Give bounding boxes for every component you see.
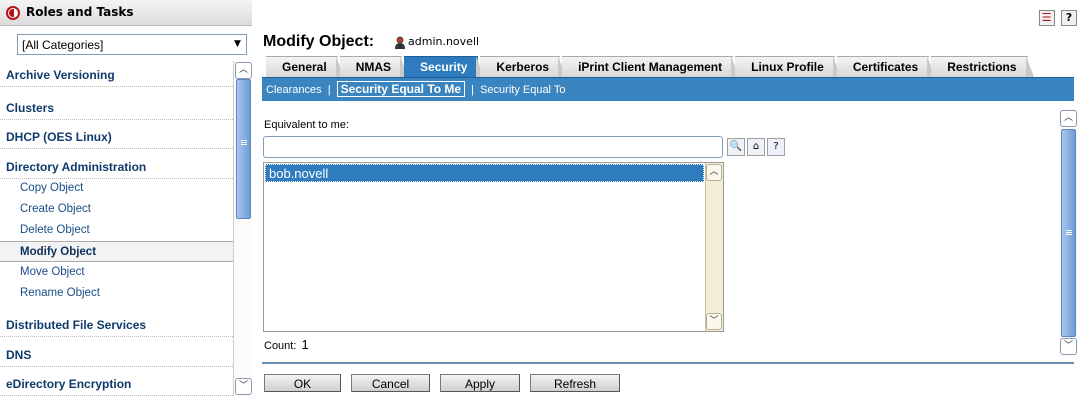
task-modify-object[interactable]: Modify Object	[0, 241, 233, 262]
tab-nmas[interactable]: NMAS	[339, 56, 409, 77]
task-create-object[interactable]: Create Object	[0, 199, 233, 220]
collapse-panel-icon[interactable]	[6, 6, 20, 20]
task-list-icon[interactable]: ☰	[1038, 10, 1055, 26]
tab-bar: General NMAS Security Kerberos iPrint Cl…	[266, 56, 1034, 77]
task-delete-object[interactable]: Delete Object	[0, 220, 233, 241]
task-list: Archive Versioning Clusters DHCP (OES Li…	[0, 61, 233, 402]
subtab-security-equal-to[interactable]: Security Equal To	[480, 84, 565, 96]
task-rename-object[interactable]: Rename Object	[0, 283, 233, 304]
count-label: Count:	[264, 340, 297, 352]
task-copy-object[interactable]: Copy Object	[0, 178, 233, 199]
scroll-thumb[interactable]	[236, 79, 251, 219]
tab-linux-profile[interactable]: Linux Profile	[735, 56, 841, 77]
cancel-button[interactable]: Cancel	[351, 374, 430, 392]
object-name: admin.novell	[408, 35, 480, 48]
category-select-value: [All Categories]	[22, 38, 104, 52]
tab-iprint-client-management[interactable]: iPrint Client Management	[562, 56, 740, 77]
scroll-thumb[interactable]	[1061, 129, 1076, 337]
action-buttons: OK Cancel Apply Refresh	[264, 374, 630, 392]
ok-button[interactable]: OK	[264, 374, 341, 392]
scroll-down-icon[interactable]: ﹀	[235, 378, 252, 395]
category-dns[interactable]: DNS	[0, 341, 233, 367]
category-dhcp[interactable]: DHCP (OES Linux)	[0, 123, 233, 149]
category-archive-versioning[interactable]: Archive Versioning	[0, 61, 233, 87]
roles-and-tasks-header[interactable]: Roles and Tasks	[0, 0, 252, 26]
roles-and-tasks-panel: Roles and Tasks [All Categories] ▼ Archi…	[0, 0, 258, 402]
page-scrollbar[interactable]: ︿ ﹀	[1059, 109, 1078, 357]
page-title: Modify Object:	[263, 33, 375, 50]
equivalent-to-me-label: Equivalent to me:	[264, 119, 349, 131]
chevron-down-icon[interactable]: ▼	[229, 35, 246, 54]
roles-and-tasks-title: Roles and Tasks	[26, 5, 134, 19]
tab-kerberos[interactable]: Kerberos	[480, 56, 566, 77]
scroll-up-icon[interactable]: ︿	[706, 164, 722, 181]
category-edirectory-encryption[interactable]: eDirectory Encryption	[0, 370, 233, 396]
category-distributed-file-services[interactable]: Distributed File Services	[0, 311, 233, 337]
divider	[262, 362, 1074, 364]
count: Count: 1	[264, 337, 309, 352]
scroll-down-icon[interactable]: ﹀	[706, 313, 722, 330]
tab-certificates[interactable]: Certificates	[836, 56, 936, 77]
tab-security[interactable]: Security	[404, 56, 485, 77]
tab-restrictions[interactable]: Restrictions	[931, 56, 1034, 77]
tab-general[interactable]: General	[266, 56, 344, 77]
scroll-up-icon[interactable]: ︿	[1060, 110, 1077, 127]
subtab-clearances[interactable]: Clearances	[266, 84, 322, 96]
subtab-separator: |	[471, 84, 475, 96]
input-icon-group: 🔍 ⌂ ?	[727, 138, 787, 156]
task-move-object[interactable]: Move Object	[0, 262, 233, 283]
category-directory-administration[interactable]: Directory Administration	[0, 153, 233, 179]
object-selector-icon[interactable]: 🔍	[727, 138, 745, 156]
sub-tab-bar: Clearances | Security Equal To Me | Secu…	[262, 77, 1074, 101]
help-icon[interactable]: ?	[767, 138, 785, 156]
subtab-security-equal-to-me[interactable]: Security Equal To Me	[336, 81, 466, 97]
list-item[interactable]: bob.novell	[265, 164, 704, 182]
help-icon[interactable]: ?	[1061, 10, 1077, 26]
scroll-down-icon[interactable]: ﹀	[1060, 338, 1077, 355]
refresh-button[interactable]: Refresh	[530, 374, 620, 392]
category-clusters[interactable]: Clusters	[0, 94, 233, 120]
history-icon[interactable]: ⌂	[747, 138, 765, 156]
scroll-up-icon[interactable]: ︿	[235, 62, 252, 79]
count-value: 1	[301, 337, 309, 352]
apply-button[interactable]: Apply	[440, 374, 520, 392]
subtab-separator: |	[327, 84, 331, 96]
list-scrollbar[interactable]: ︿ ﹀	[705, 163, 723, 331]
category-select[interactable]: [All Categories] ▼	[17, 34, 247, 55]
user-icon	[395, 36, 405, 49]
object-name-input[interactable]	[263, 136, 723, 158]
top-right-toolbar: ☰ ?	[1036, 10, 1077, 26]
task-list-scrollbar[interactable]: ︿ ﹀	[233, 61, 252, 396]
equivalent-list[interactable]: bob.novell ︿ ﹀	[263, 162, 724, 332]
